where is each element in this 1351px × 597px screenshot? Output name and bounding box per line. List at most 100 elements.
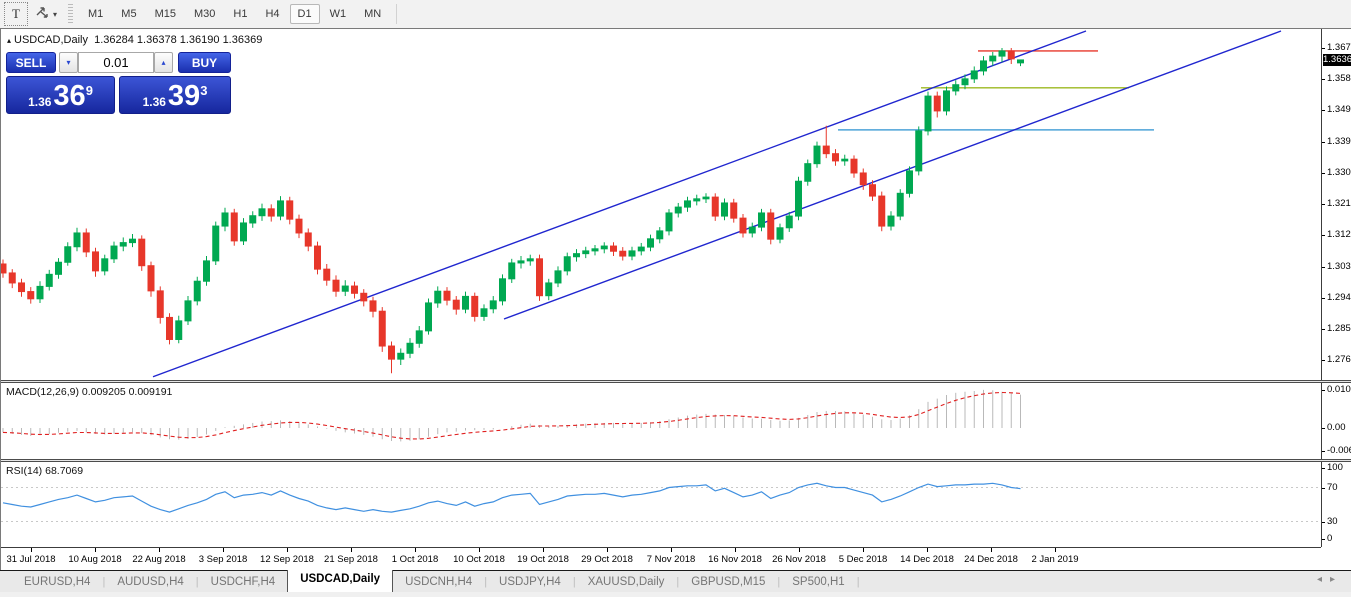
- candle-body: [55, 261, 62, 275]
- candle-body: [351, 285, 358, 294]
- tab-gbpusd-m15[interactable]: GBPUSD,M15: [679, 574, 777, 590]
- timeframe-button-MN[interactable]: MN: [356, 4, 389, 24]
- buy-price-big: 39: [167, 80, 201, 112]
- candle-body: [980, 60, 987, 72]
- candle-body: [739, 217, 747, 234]
- date-label: 26 Nov 2018: [772, 554, 826, 565]
- tab-xauusd-daily[interactable]: XAUUSD,Daily: [576, 574, 677, 590]
- candle-body: [859, 172, 867, 186]
- buy-price-sup: 3: [200, 83, 208, 98]
- candle-body: [462, 295, 469, 310]
- candle-body: [693, 198, 701, 202]
- volume-decrease-button[interactable]: ▾: [59, 52, 78, 73]
- price-axis[interactable]: 1.36715 1.35815 1.34915 1.33990 1.33090 1.321…: [1321, 29, 1351, 547]
- candle-body: [1007, 50, 1015, 60]
- tab-usdchf-h4[interactable]: USDCHF,H4: [199, 574, 288, 590]
- date-tick: [1055, 548, 1056, 552]
- candle-body: [933, 95, 941, 112]
- rsi-label: RSI(14) 68.7069: [6, 465, 83, 477]
- price-axis-label: 1.31290: [1327, 229, 1351, 240]
- timeframe-buttons: M1 M5 M15 M30 H1 H4 D1 W1 MN: [79, 0, 390, 28]
- candle-body: [591, 248, 599, 252]
- trendline-channel-upper[interactable]: [503, 30, 1282, 320]
- date-tick: [543, 548, 544, 552]
- rsi-panel[interactable]: [1, 462, 1321, 547]
- price-axis-label: 1.30365: [1327, 261, 1351, 272]
- candle-body: [998, 50, 1006, 57]
- buy-price-display[interactable]: 1.36 39 3: [119, 76, 231, 114]
- timeframe-button-M15[interactable]: M15: [147, 4, 184, 24]
- candle-body: [665, 212, 673, 232]
- candle-body: [841, 158, 849, 162]
- rsi-axis-label-tick: [1322, 522, 1325, 523]
- timeframe-button-M1[interactable]: M1: [80, 4, 111, 24]
- tab-scroll-right-icon[interactable]: ▸: [1330, 574, 1343, 585]
- tab-audusd-h4[interactable]: AUDUSD,H4: [105, 574, 195, 590]
- panel-splitter-rsi[interactable]: [1, 459, 1351, 462]
- candle-body: [573, 253, 580, 258]
- price-axis-label-tick: [1322, 298, 1325, 299]
- chart-area: ▴ USDCAD,Daily 1.36284 1.36378 1.36190 1.…: [0, 28, 1351, 572]
- candle-body: [230, 212, 238, 242]
- date-label: 2 Jan 2019: [1031, 554, 1079, 565]
- candle-body: [489, 300, 497, 310]
- price-axis-label-tick: [1322, 173, 1325, 174]
- candle-body: [748, 226, 756, 234]
- macd-label: MACD(12,26,9) 0.009205 0.009191: [6, 386, 172, 398]
- candle-body: [850, 158, 858, 174]
- volume-stepper: ▾ 0.01 ▴: [59, 52, 173, 73]
- date-label: 10 Oct 2018: [453, 554, 505, 565]
- candle-body: [286, 200, 294, 220]
- macd-panel[interactable]: [1, 383, 1321, 459]
- tab-separator: |: [856, 576, 860, 588]
- timeframe-button-H4[interactable]: H4: [257, 4, 287, 24]
- candle-body: [610, 245, 617, 252]
- date-tick: [95, 548, 96, 552]
- candle-body: [1017, 59, 1024, 64]
- candle-body: [952, 84, 960, 92]
- candle-body: [277, 200, 284, 217]
- tab-usdcad-daily[interactable]: USDCAD,Daily: [287, 570, 394, 593]
- candle-body: [221, 212, 229, 227]
- arrow-objects-button[interactable]: ▾: [32, 2, 61, 26]
- candle-body: [471, 295, 479, 317]
- sell-price-display[interactable]: 1.36 36 9: [6, 76, 115, 114]
- volume-increase-button[interactable]: ▴: [154, 52, 173, 73]
- candle-body: [554, 270, 562, 284]
- macd-axis-label-tick: [1322, 390, 1325, 391]
- volume-field[interactable]: 0.01: [78, 52, 154, 73]
- tab-scroll-left-icon[interactable]: ◂: [1317, 574, 1330, 585]
- buy-button[interactable]: BUY: [178, 52, 231, 73]
- price-axis-label: 1.33090: [1327, 167, 1351, 178]
- collapse-arrow-icon[interactable]: ▴: [7, 36, 11, 45]
- text-tool-button[interactable]: T: [4, 2, 28, 26]
- tab-sp500-h1[interactable]: SP500,H1: [780, 574, 856, 590]
- candle-body: [619, 250, 627, 257]
- panel-splitter-macd[interactable]: [1, 380, 1351, 383]
- timeframe-button-H1[interactable]: H1: [225, 4, 255, 24]
- price-axis-label: 1.35815: [1327, 73, 1351, 84]
- tab-usdcnh-h4[interactable]: USDCNH,H4: [393, 574, 484, 590]
- toolbar-grip[interactable]: [68, 4, 74, 24]
- timeframe-button-D1[interactable]: D1: [289, 4, 320, 24]
- timeframe-button-W1[interactable]: W1: [322, 4, 355, 24]
- sell-button[interactable]: SELL: [6, 52, 56, 73]
- candle-body: [730, 202, 738, 219]
- candle-body: [915, 130, 923, 172]
- price-axis-label-tick: [1322, 360, 1325, 361]
- tab-usdjpy-h4[interactable]: USDJPY,H4: [487, 574, 573, 590]
- candle-body: [434, 290, 442, 304]
- tab-eurusd-h4[interactable]: EURUSD,H4: [12, 574, 102, 590]
- candle-body: [452, 299, 460, 310]
- candle-body: [45, 273, 53, 287]
- date-tick: [927, 548, 928, 552]
- candle-body: [27, 291, 35, 300]
- candle-body: [138, 238, 146, 267]
- price-axis-label: 1.32190: [1327, 198, 1351, 209]
- time-axis[interactable]: 31 Jul 2018 10 Aug 2018 22 Aug 2018 3 Sep 2…: [1, 547, 1321, 572]
- candle-body: [415, 330, 423, 344]
- price-axis-label-tick: [1322, 79, 1325, 80]
- timeframe-button-M5[interactable]: M5: [113, 4, 144, 24]
- candle-body: [425, 302, 432, 332]
- timeframe-button-M30[interactable]: M30: [186, 4, 223, 24]
